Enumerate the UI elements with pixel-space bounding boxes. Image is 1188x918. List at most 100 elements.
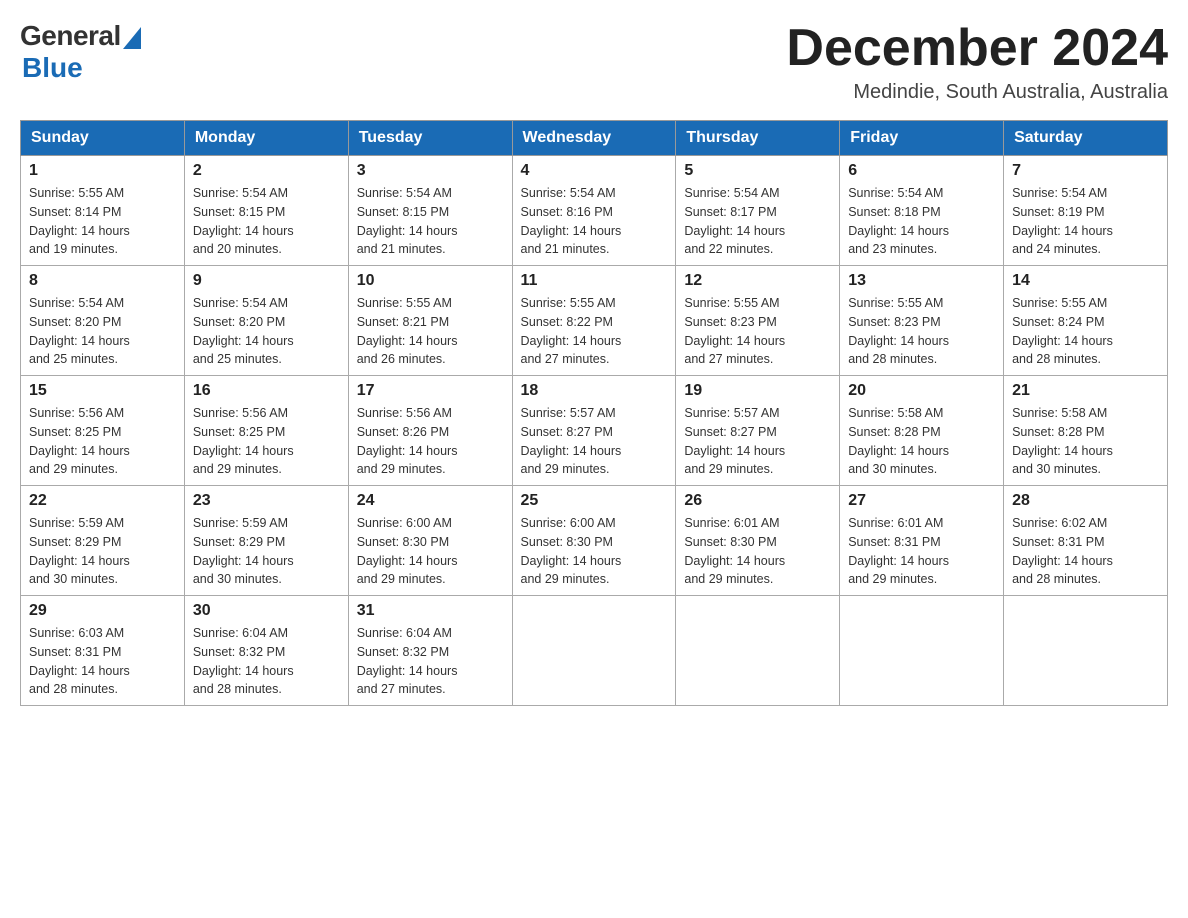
day-cell-28: 28 Sunrise: 6:02 AMSunset: 8:31 PMDayligh… xyxy=(1004,486,1168,596)
week-row-3: 15Sunrise: 5:56 AMSunset: 8:25 PMDayligh… xyxy=(21,376,1168,486)
day-cell-12: 12 Sunrise: 5:55 AMSunset: 8:23 PMDayligh… xyxy=(676,266,840,376)
day-cell-18: 18 Sunrise: 5:57 AMSunset: 8:27 PMDayligh… xyxy=(512,376,676,486)
day-cell-11: 11 Sunrise: 5:55 AMSunset: 8:22 PMDayligh… xyxy=(512,266,676,376)
logo-triangle-icon xyxy=(123,27,141,49)
day-number: 14 xyxy=(1012,272,1159,290)
day-cell-17: 17Sunrise: 5:56 AMSunset: 8:26 PMDayligh… xyxy=(348,376,512,486)
day-info: Sunrise: 5:55 AMSunset: 8:21 PMDaylight:… xyxy=(357,294,504,369)
empty-cell xyxy=(840,596,1004,706)
title-section: December 2024 Medindie, South Australia,… xyxy=(786,20,1168,104)
logo-blue-text: Blue xyxy=(22,52,83,84)
day-cell-30: 30 Sunrise: 6:04 AMSunset: 8:32 PMDayligh… xyxy=(184,596,348,706)
day-number: 8 xyxy=(29,272,176,290)
day-cell-20: 20 Sunrise: 5:58 AMSunset: 8:28 PMDayligh… xyxy=(840,376,1004,486)
logo-general-text: General xyxy=(20,20,121,52)
day-number: 22 xyxy=(29,492,176,510)
day-info: Sunrise: 5:55 AMSunset: 8:14 PMDaylight:… xyxy=(29,184,176,259)
day-number: 9 xyxy=(193,272,340,290)
day-info: Sunrise: 5:54 AMSunset: 8:18 PMDaylight:… xyxy=(848,184,995,259)
day-info: Sunrise: 5:56 AMSunset: 8:25 PMDaylight:… xyxy=(29,404,176,479)
day-number: 10 xyxy=(357,272,504,290)
day-number: 13 xyxy=(848,272,995,290)
day-cell-6: 6Sunrise: 5:54 AMSunset: 8:18 PMDaylight… xyxy=(840,156,1004,266)
day-info: Sunrise: 5:56 AMSunset: 8:25 PMDaylight:… xyxy=(193,404,340,479)
day-info: Sunrise: 5:58 AMSunset: 8:28 PMDaylight:… xyxy=(1012,404,1159,479)
calendar-header-row: SundayMondayTuesdayWednesdayThursdayFrid… xyxy=(21,121,1168,156)
day-number: 24 xyxy=(357,492,504,510)
day-number: 21 xyxy=(1012,382,1159,400)
day-header-saturday: Saturday xyxy=(1004,121,1168,156)
day-number: 25 xyxy=(521,492,668,510)
day-cell-1: 1 Sunrise: 5:55 AMSunset: 8:14 PMDaylight… xyxy=(21,156,185,266)
day-info: Sunrise: 6:04 AMSunset: 8:32 PMDaylight:… xyxy=(193,624,340,699)
day-number: 7 xyxy=(1012,162,1159,180)
day-info: Sunrise: 5:55 AMSunset: 8:22 PMDaylight:… xyxy=(521,294,668,369)
day-header-wednesday: Wednesday xyxy=(512,121,676,156)
day-number: 23 xyxy=(193,492,340,510)
day-cell-14: 14 Sunrise: 5:55 AMSunset: 8:24 PMDayligh… xyxy=(1004,266,1168,376)
day-cell-21: 21 Sunrise: 5:58 AMSunset: 8:28 PMDayligh… xyxy=(1004,376,1168,486)
day-number: 5 xyxy=(684,162,831,180)
empty-cell xyxy=(1004,596,1168,706)
empty-cell xyxy=(512,596,676,706)
day-cell-23: 23 Sunrise: 5:59 AMSunset: 8:29 PMDayligh… xyxy=(184,486,348,596)
day-number: 4 xyxy=(521,162,668,180)
day-info: Sunrise: 6:02 AMSunset: 8:31 PMDaylight:… xyxy=(1012,514,1159,589)
day-header-thursday: Thursday xyxy=(676,121,840,156)
day-number: 11 xyxy=(521,272,668,290)
day-cell-3: 3Sunrise: 5:54 AMSunset: 8:15 PMDaylight… xyxy=(348,156,512,266)
day-cell-7: 7 Sunrise: 5:54 AMSunset: 8:19 PMDaylight… xyxy=(1004,156,1168,266)
week-row-5: 29 Sunrise: 6:03 AMSunset: 8:31 PMDayligh… xyxy=(21,596,1168,706)
day-info: Sunrise: 6:04 AMSunset: 8:32 PMDaylight:… xyxy=(357,624,504,699)
week-row-1: 1 Sunrise: 5:55 AMSunset: 8:14 PMDaylight… xyxy=(21,156,1168,266)
day-number: 1 xyxy=(29,162,176,180)
day-number: 20 xyxy=(848,382,995,400)
day-cell-5: 5 Sunrise: 5:54 AMSunset: 8:17 PMDaylight… xyxy=(676,156,840,266)
day-number: 16 xyxy=(193,382,340,400)
month-title: December 2024 xyxy=(786,20,1168,77)
day-cell-16: 16 Sunrise: 5:56 AMSunset: 8:25 PMDayligh… xyxy=(184,376,348,486)
week-row-4: 22 Sunrise: 5:59 AMSunset: 8:29 PMDayligh… xyxy=(21,486,1168,596)
day-number: 12 xyxy=(684,272,831,290)
day-info: Sunrise: 5:57 AMSunset: 8:27 PMDaylight:… xyxy=(684,404,831,479)
day-info: Sunrise: 6:00 AMSunset: 8:30 PMDaylight:… xyxy=(357,514,504,589)
day-number: 31 xyxy=(357,602,504,620)
day-header-friday: Friday xyxy=(840,121,1004,156)
day-cell-19: 19 Sunrise: 5:57 AMSunset: 8:27 PMDayligh… xyxy=(676,376,840,486)
day-number: 26 xyxy=(684,492,831,510)
day-number: 28 xyxy=(1012,492,1159,510)
day-info: Sunrise: 6:03 AMSunset: 8:31 PMDaylight:… xyxy=(29,624,176,699)
day-info: Sunrise: 5:57 AMSunset: 8:27 PMDaylight:… xyxy=(521,404,668,479)
day-number: 30 xyxy=(193,602,340,620)
day-cell-4: 4 Sunrise: 5:54 AMSunset: 8:16 PMDaylight… xyxy=(512,156,676,266)
day-info: Sunrise: 5:55 AMSunset: 8:24 PMDaylight:… xyxy=(1012,294,1159,369)
day-cell-24: 24 Sunrise: 6:00 AMSunset: 8:30 PMDayligh… xyxy=(348,486,512,596)
page-header: General Blue December 2024 Medindie, Sou… xyxy=(20,20,1168,104)
day-info: Sunrise: 5:55 AMSunset: 8:23 PMDaylight:… xyxy=(684,294,831,369)
day-cell-26: 26Sunrise: 6:01 AMSunset: 8:30 PMDayligh… xyxy=(676,486,840,596)
day-number: 29 xyxy=(29,602,176,620)
day-cell-2: 2Sunrise: 5:54 AMSunset: 8:15 PMDaylight… xyxy=(184,156,348,266)
logo: General Blue xyxy=(20,20,141,84)
day-cell-8: 8 Sunrise: 5:54 AMSunset: 8:20 PMDaylight… xyxy=(21,266,185,376)
day-info: Sunrise: 5:58 AMSunset: 8:28 PMDaylight:… xyxy=(848,404,995,479)
day-cell-29: 29 Sunrise: 6:03 AMSunset: 8:31 PMDayligh… xyxy=(21,596,185,706)
day-info: Sunrise: 5:54 AMSunset: 8:16 PMDaylight:… xyxy=(521,184,668,259)
day-number: 18 xyxy=(521,382,668,400)
day-cell-15: 15Sunrise: 5:56 AMSunset: 8:25 PMDayligh… xyxy=(21,376,185,486)
calendar-table: SundayMondayTuesdayWednesdayThursdayFrid… xyxy=(20,120,1168,706)
day-cell-31: 31 Sunrise: 6:04 AMSunset: 8:32 PMDayligh… xyxy=(348,596,512,706)
day-header-tuesday: Tuesday xyxy=(348,121,512,156)
day-info: Sunrise: 6:00 AMSunset: 8:30 PMDaylight:… xyxy=(521,514,668,589)
day-info: Sunrise: 5:59 AMSunset: 8:29 PMDaylight:… xyxy=(193,514,340,589)
day-info: Sunrise: 5:54 AMSunset: 8:20 PMDaylight:… xyxy=(29,294,176,369)
day-info: Sunrise: 5:54 AMSunset: 8:15 PMDaylight:… xyxy=(357,184,504,259)
day-cell-13: 13 Sunrise: 5:55 AMSunset: 8:23 PMDayligh… xyxy=(840,266,1004,376)
day-number: 19 xyxy=(684,382,831,400)
week-row-2: 8 Sunrise: 5:54 AMSunset: 8:20 PMDaylight… xyxy=(21,266,1168,376)
day-info: Sunrise: 5:54 AMSunset: 8:17 PMDaylight:… xyxy=(684,184,831,259)
day-cell-27: 27Sunrise: 6:01 AMSunset: 8:31 PMDayligh… xyxy=(840,486,1004,596)
day-cell-9: 9Sunrise: 5:54 AMSunset: 8:20 PMDaylight… xyxy=(184,266,348,376)
day-info: Sunrise: 5:54 AMSunset: 8:19 PMDaylight:… xyxy=(1012,184,1159,259)
day-info: Sunrise: 5:55 AMSunset: 8:23 PMDaylight:… xyxy=(848,294,995,369)
